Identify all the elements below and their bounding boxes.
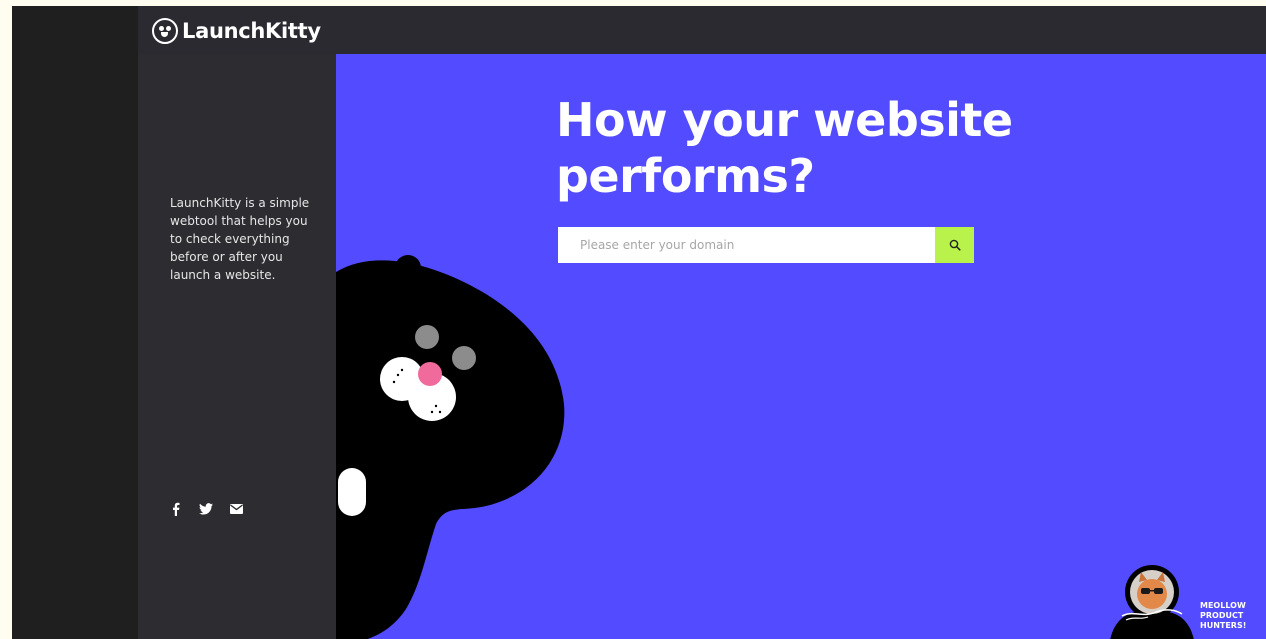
badge-line-3: HUNTERS! — [1200, 621, 1247, 630]
kitty-logo-icon — [152, 18, 178, 44]
sidebar: LaunchKitty is a simple webtool that hel… — [138, 54, 336, 639]
headline-line-1: How your website — [556, 93, 1013, 147]
headline-line-2: performs? — [556, 149, 815, 203]
brand-name: LaunchKitty — [182, 19, 321, 43]
app-frame: LaunchKitty LaunchKitty is a simple webt… — [12, 6, 1266, 639]
sidebar-description: LaunchKitty is a simple webtool that hel… — [170, 196, 310, 282]
social-links — [168, 501, 244, 517]
cat-mascot-illustration — [336, 255, 565, 639]
badge-caption: MEOLLOW PRODUCT HUNTERS! — [1200, 601, 1260, 631]
badge-line-2: PRODUCT — [1200, 611, 1244, 620]
hero-section: How your website performs? Please enter … — [336, 54, 1266, 639]
page-headline: How your website performs? — [556, 92, 1076, 204]
logo-link[interactable]: LaunchKitty — [152, 16, 321, 46]
search-icon — [949, 239, 961, 251]
badge-line-1: MEOLLOW — [1200, 601, 1246, 610]
top-bar: LaunchKitty — [138, 6, 1266, 54]
domain-input[interactable] — [558, 227, 935, 263]
facebook-icon[interactable] — [168, 501, 184, 517]
twitter-icon[interactable] — [198, 501, 214, 517]
search-button[interactable] — [935, 227, 974, 263]
domain-search-form — [558, 227, 974, 263]
mail-icon[interactable] — [228, 501, 244, 517]
